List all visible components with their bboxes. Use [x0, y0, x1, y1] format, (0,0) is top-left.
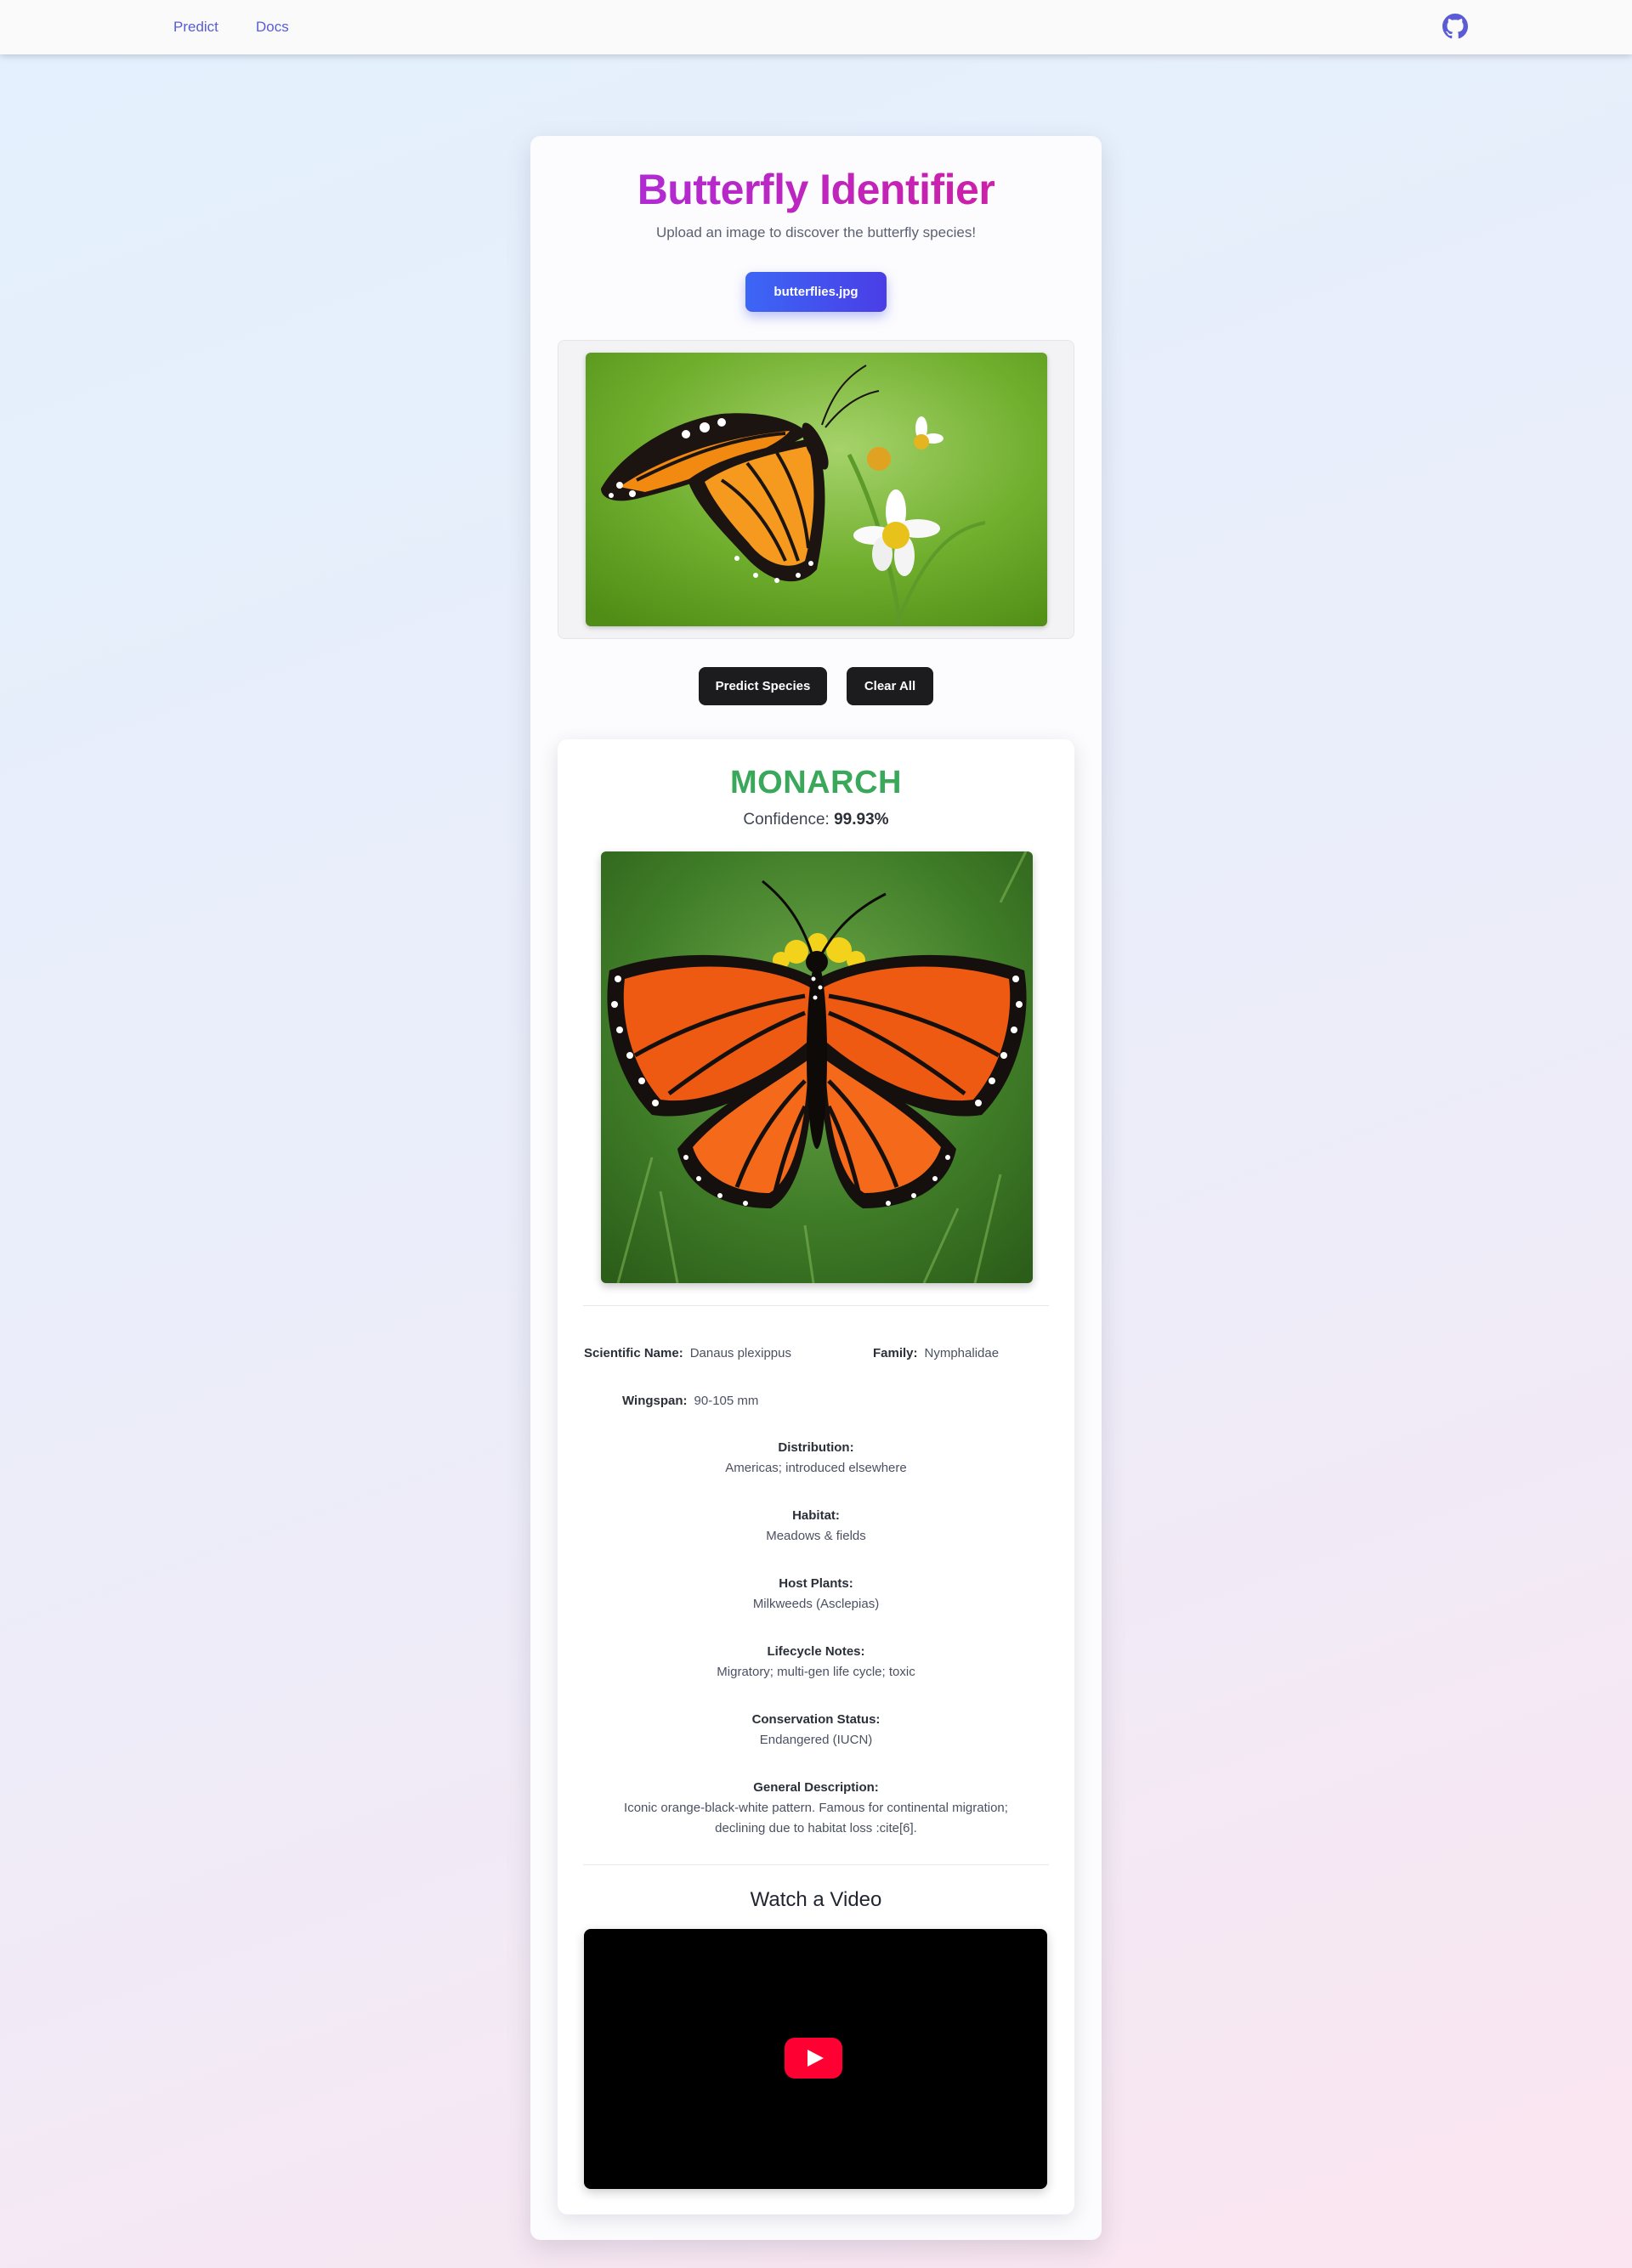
field-value: 90-105 mm [694, 1394, 759, 1408]
field-scientific-name: Scientific Name: Danaus plexippus [584, 1346, 791, 1360]
field-label: Scientific Name: [584, 1346, 683, 1360]
divider [583, 1305, 1049, 1306]
video-player[interactable] [584, 1929, 1047, 2189]
field-value: Meadows & fields [766, 1529, 866, 1543]
field-distribution: Distribution: Americas; introduced elsew… [558, 1438, 1074, 1479]
species-reference-image [601, 851, 1033, 1283]
identifier-card: Butterfly Identifier Upload an image to … [530, 136, 1102, 2240]
field-conservation-status: Conservation Status: Endangered (IUCN) [558, 1710, 1074, 1750]
field-value: Danaus plexippus [689, 1346, 791, 1360]
nav-link-docs[interactable]: Docs [256, 19, 289, 36]
page-title: Butterfly Identifier [530, 165, 1102, 214]
species-name: MONARCH [730, 765, 902, 800]
field-label: Lifecycle Notes: [767, 1644, 865, 1659]
field-habitat: Habitat: Meadows & fields [558, 1506, 1074, 1547]
field-value: Iconic orange-black-white pattern. Famou… [624, 1801, 1008, 1815]
confidence-value: 99.93% [834, 811, 889, 829]
divider [583, 1864, 1049, 1865]
field-label: General Description: [753, 1780, 879, 1795]
navbar: Predict Docs [0, 0, 1632, 54]
field-lifecycle-notes: Lifecycle Notes: Migratory; multi-gen li… [558, 1642, 1074, 1683]
field-value: declining due to habitat loss :cite[6]. [715, 1821, 917, 1835]
prediction-result-card: MONARCH Confidence: 99.93% Scientific Na… [558, 739, 1074, 2214]
page-subtitle: Upload an image to discover the butterfl… [655, 224, 977, 240]
uploaded-image [586, 353, 1047, 626]
field-label: Distribution: [778, 1440, 854, 1455]
clear-all-button[interactable]: Clear All [847, 667, 933, 705]
github-icon[interactable] [1442, 14, 1468, 39]
field-label: Host Plants: [779, 1576, 853, 1591]
field-value: Americas; introduced elsewhere [725, 1461, 907, 1475]
field-value: Migratory; multi-gen life cycle; toxic [717, 1665, 915, 1679]
field-label: Habitat: [792, 1508, 840, 1523]
field-label: Conservation Status: [751, 1712, 881, 1727]
play-icon[interactable] [785, 2038, 842, 2079]
field-family: Family: Nymphalidae [873, 1346, 999, 1360]
confidence-readout: Confidence: 99.93% [558, 811, 1074, 829]
field-host-plants: Host Plants: Milkweeds (Asclepias) [558, 1574, 1074, 1615]
nav-link-predict[interactable]: Predict [173, 19, 218, 36]
field-label: Wingspan: [622, 1394, 688, 1408]
file-upload-button[interactable]: butterflies.jpg [745, 272, 887, 312]
field-value: Nymphalidae [924, 1346, 1000, 1360]
field-wingspan: Wingspan: 90-105 mm [622, 1394, 758, 1408]
field-label: Family: [873, 1346, 918, 1360]
field-value: Endangered (IUCN) [759, 1733, 873, 1747]
upload-preview [558, 340, 1074, 639]
confidence-label: Confidence: [743, 811, 830, 829]
field-value: Milkweeds (Asclepias) [752, 1597, 880, 1611]
field-general-description: General Description: Iconic orange-black… [558, 1778, 1074, 1839]
video-section-title: Watch a Video [750, 1888, 882, 1911]
predict-species-button[interactable]: Predict Species [699, 667, 827, 705]
